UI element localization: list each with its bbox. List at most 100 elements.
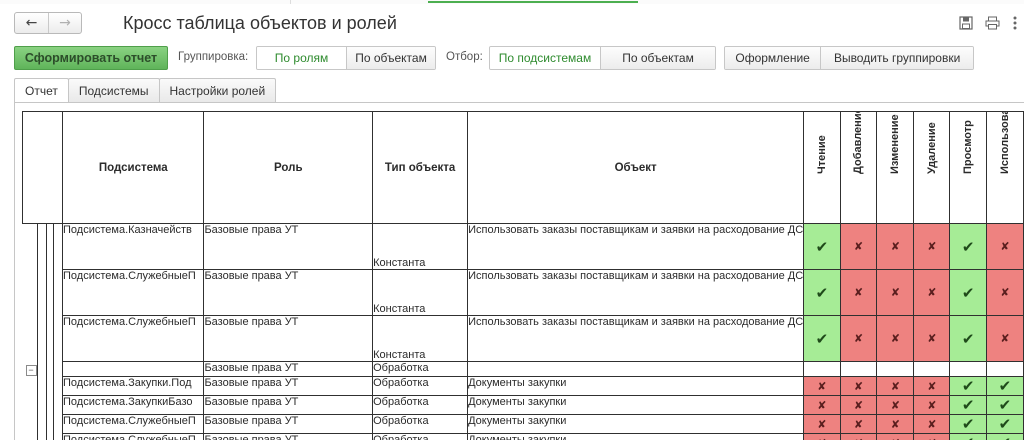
filter-by-objects-option[interactable]: По объектам	[600, 47, 715, 69]
cell-role: Базовые права УТ	[203, 433, 374, 440]
tree-gutter-cell	[36, 269, 47, 316]
generate-report-button[interactable]: Сформировать отчет	[14, 46, 168, 70]
tree-gutter-cell	[36, 395, 47, 415]
check-mark-icon: ✔	[803, 315, 841, 362]
window-title: Кросс таблица объектов и ролей	[123, 13, 397, 33]
grouping-by-roles-option[interactable]: По ролям	[257, 47, 346, 69]
forward-arrow-icon[interactable]: →	[47, 13, 81, 33]
save-icon[interactable]	[957, 14, 975, 32]
tree-gutter-cell	[52, 361, 64, 377]
show-groups-button[interactable]: Выводить группировки	[820, 47, 973, 69]
view-options: Оформление Выводить группировки	[724, 46, 974, 70]
header-right-view: Просмотр	[949, 111, 987, 224]
tree-gutter-cell	[52, 223, 64, 270]
header-right-delete-label: Удаление	[925, 121, 938, 174]
tree-gutter-cell	[52, 395, 64, 415]
back-arrow-icon[interactable]: ←	[15, 13, 48, 33]
cell-subsystem: Подсистема.Закупки.Под	[62, 376, 205, 396]
check-mark-icon: ✔	[949, 269, 987, 316]
tab-bar: Отчет Подсистемы Настройки ролей	[14, 78, 277, 103]
cross-mark-icon: ✘	[913, 376, 951, 396]
table-row[interactable]: Подсистема.СлужебныеП Базовые права УТ Кон…	[23, 315, 1024, 362]
cross-mark-icon: ✘	[876, 395, 915, 415]
tree-gutter-cell	[52, 433, 64, 440]
tree-gutter-cell	[23, 224, 38, 270]
cell-role: Базовые права УТ	[203, 414, 374, 434]
tree-gutter-cell	[23, 415, 38, 434]
cross-mark-icon: ✘	[839, 395, 878, 415]
print-icon[interactable]	[983, 14, 1001, 32]
table-row[interactable]: Подсистема.Казначейств Базовые права УТ Ко…	[23, 223, 1024, 270]
header-role: Роль	[203, 111, 374, 224]
empty-right-cell	[985, 361, 1024, 377]
cross-mark-icon: ✘	[839, 433, 878, 440]
check-mark-icon: ✔	[803, 269, 841, 316]
cross-mark-icon: ✘	[913, 223, 951, 270]
tree-gutter-cell	[46, 362, 53, 377]
collapse-group-icon[interactable]: −	[25, 364, 37, 376]
tree-gutter-cell	[36, 315, 47, 362]
tree-gutter-cell: −	[23, 362, 38, 377]
cell-object-type: Константа	[372, 315, 469, 362]
design-button[interactable]: Оформление	[725, 47, 821, 69]
cell-object: Использовать заказы поставщикам и заявки…	[467, 269, 805, 316]
empty-right-cell	[876, 361, 915, 377]
cell-role: Базовые права УТ	[203, 269, 374, 316]
cross-mark-icon: ✘	[985, 315, 1024, 362]
cell-subsystem: Подсистема.СлужебныеП	[62, 315, 205, 362]
check-mark-icon: ✔	[949, 414, 987, 434]
header-right-use-label: Использование	[998, 111, 1011, 174]
cell-object: Документы закупки	[467, 414, 805, 434]
more-icon[interactable]	[1006, 14, 1024, 32]
tree-gutter-cell	[23, 434, 38, 440]
check-mark-icon: ✔	[985, 433, 1024, 440]
cell-object-type: Константа	[372, 269, 469, 316]
table-row[interactable]: Подсистема.СлужебныеП Базовые права УТ Обр…	[23, 433, 1024, 440]
table-row[interactable]: Подсистема.Закупки.Под Базовые права УТ Об…	[23, 376, 1024, 396]
cross-mark-icon: ✘	[839, 269, 878, 316]
header-right-edit-label: Изменение	[889, 113, 902, 174]
grouping-by-objects-option[interactable]: По объектам	[346, 47, 435, 69]
tree-gutter-cell	[52, 376, 64, 396]
table-row[interactable]: Подсистема.ЗакупкиБазо Базовые права УТ Об…	[23, 395, 1024, 415]
cross-mark-icon: ✘	[876, 414, 915, 434]
cell-object: Документы закупки	[467, 433, 805, 440]
check-mark-icon: ✔	[985, 395, 1024, 415]
check-mark-icon: ✔	[985, 376, 1024, 396]
check-mark-icon: ✔	[949, 315, 987, 362]
table-row[interactable]: Подсистема.СлужебныеП Базовые права УТ Кон…	[23, 269, 1024, 316]
cell-object-type: Обработка	[372, 361, 469, 377]
empty-right-cell	[803, 361, 841, 377]
group-row[interactable]: − Базовые права УТ Обработка	[23, 361, 1024, 377]
cell-object: Использовать заказы поставщикам и заявки…	[467, 223, 805, 270]
tab-report[interactable]: Отчет	[14, 78, 69, 103]
tree-gutter-cell	[52, 269, 64, 316]
cross-mark-icon: ✘	[985, 223, 1024, 270]
tree-gutter-cell	[52, 414, 64, 434]
header-object: Объект	[467, 111, 805, 224]
cell-role: Базовые права УТ	[203, 395, 374, 415]
tree-gutter-cell	[36, 414, 47, 434]
check-mark-icon: ✔	[949, 395, 987, 415]
cell-object: Документы закупки	[467, 376, 805, 396]
cross-mark-icon: ✘	[913, 315, 951, 362]
header-subsystem: Подсистема	[62, 111, 205, 224]
report-body: Подсистема.Казначейств Базовые права УТ Ко…	[23, 223, 1024, 440]
tab-role-settings[interactable]: Настройки ролей	[158, 78, 277, 102]
check-mark-icon: ✔	[949, 223, 987, 270]
table-row[interactable]: Подсистема.СлужебныеП Базовые права УТ Обр…	[23, 414, 1024, 434]
cell-subsystem: Подсистема.Казначейств	[62, 223, 205, 270]
filter-by-subsystems-option[interactable]: По подсистемам	[490, 47, 601, 69]
tree-gutter-cell	[23, 396, 38, 415]
tree-gutter-cell	[46, 316, 53, 362]
header-right-view-label: Просмотр	[962, 119, 975, 174]
cell-subsystem	[62, 361, 205, 377]
header-object-type: Тип объекта	[372, 111, 469, 224]
cross-mark-icon: ✘	[839, 376, 878, 396]
cross-mark-icon: ✘	[913, 269, 951, 316]
tree-gutter-cell	[23, 316, 38, 362]
cell-object: Документы закупки	[467, 395, 805, 415]
tree-header-spacer	[21, 111, 64, 224]
cell-object-type: Обработка	[372, 376, 469, 396]
tab-subsystems[interactable]: Подсистемы	[67, 78, 160, 102]
